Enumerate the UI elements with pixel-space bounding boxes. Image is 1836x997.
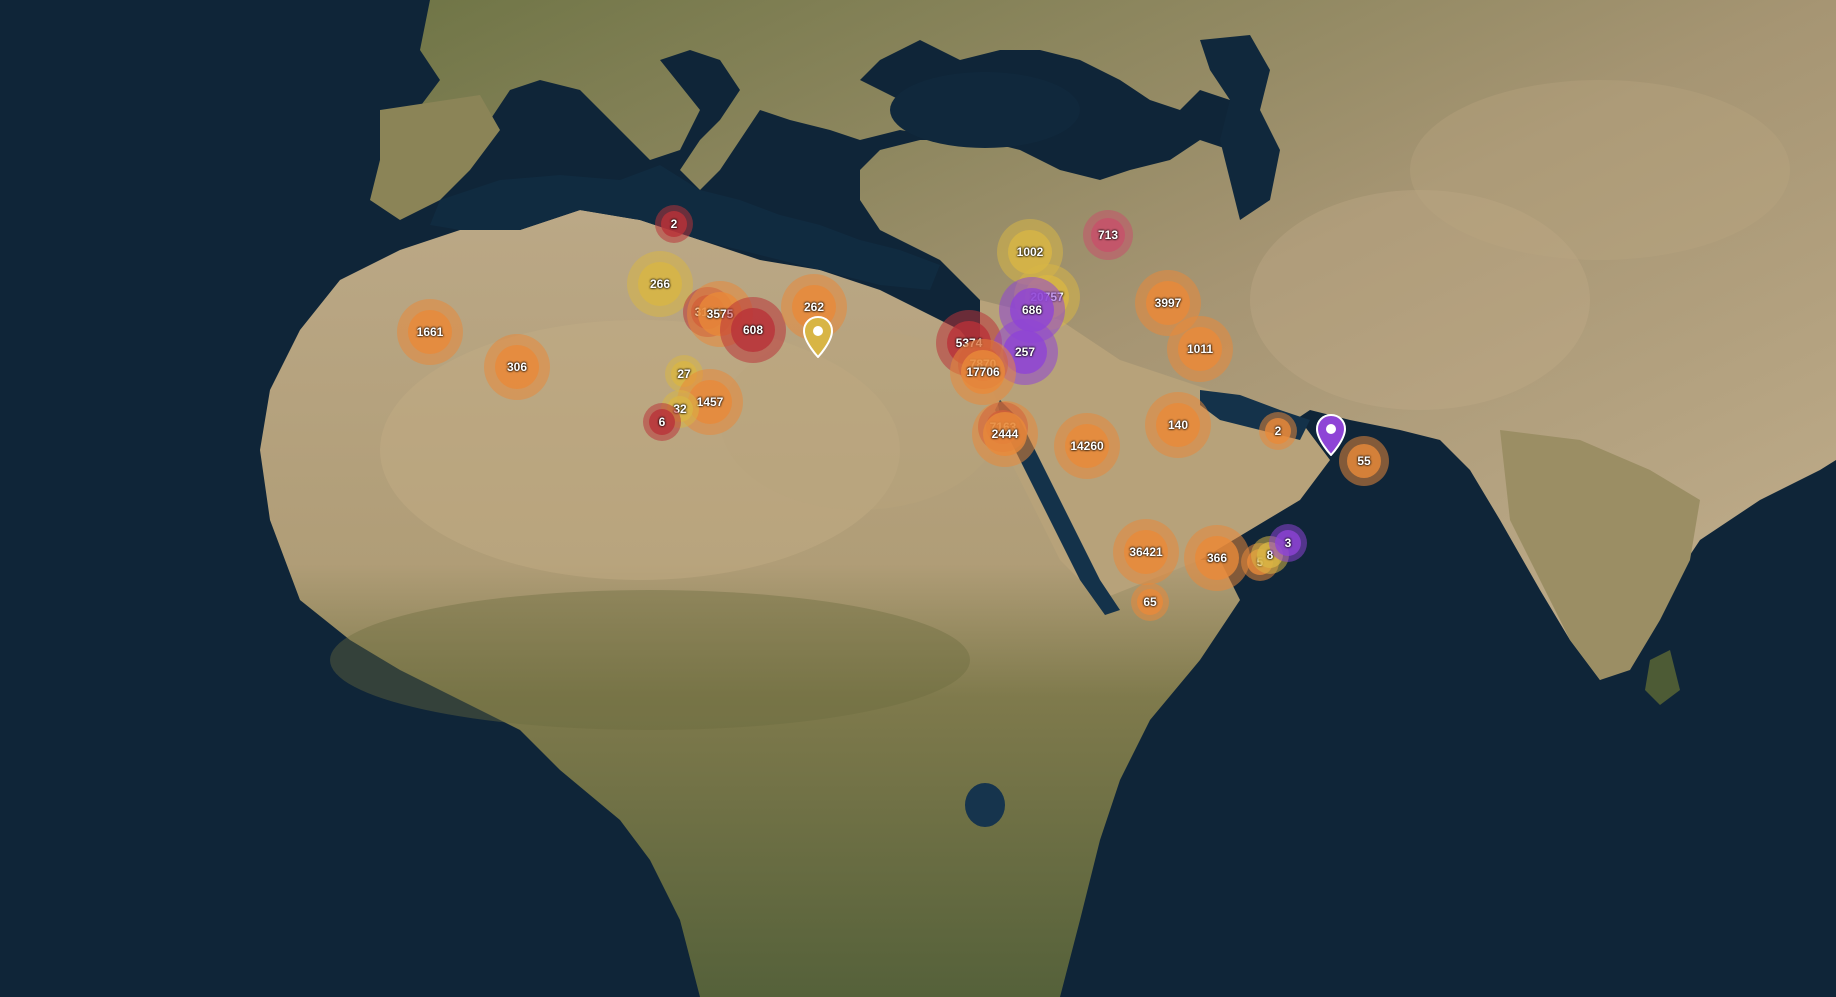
cluster-marker[interactable]: 55 [1339,436,1389,486]
cluster-marker[interactable]: 65 [1131,583,1169,621]
cluster-count: 1011 [1186,342,1214,356]
cluster-count: 2 [1274,424,1282,438]
map-pin-icon[interactable] [802,315,834,359]
cluster-marker[interactable]: 306 [484,334,550,400]
cluster-marker[interactable]: 2444 [972,401,1038,467]
cluster-count: 65 [1143,595,1157,609]
cluster-count: 1457 [696,395,724,409]
cluster-count: 6 [658,415,666,429]
cluster-count: 686 [1021,303,1043,317]
cluster-count: 17706 [966,365,1000,379]
cluster-count: 1002 [1016,245,1044,259]
cluster-marker[interactable]: 14260 [1054,413,1120,479]
cluster-marker[interactable]: 1661 [397,299,463,365]
cluster-marker[interactable]: 713 [1083,210,1133,260]
cluster-marker[interactable]: 608 [720,297,786,363]
cluster-count: 1661 [416,325,444,339]
cluster-count: 3997 [1154,296,1182,310]
cluster-count: 266 [649,277,671,291]
cluster-marker[interactable]: 3 [1269,524,1307,562]
map-view[interactable]: 2266166130631843575608262271457326100271… [0,0,1836,997]
cluster-count: 14260 [1070,439,1104,453]
cluster-count: 306 [506,360,528,374]
cluster-marker[interactable]: 36421 [1113,519,1179,585]
cluster-marker[interactable]: 140 [1145,392,1211,458]
sahel-patch [330,590,970,730]
cluster-marker[interactable]: 1011 [1167,316,1233,382]
cluster-marker[interactable]: 2 [655,205,693,243]
central-asia-patch [1410,80,1790,260]
cluster-count: 257 [1014,345,1036,359]
cluster-count: 713 [1097,228,1119,242]
lake-victoria [965,783,1005,827]
cluster-marker[interactable]: 17706 [950,339,1016,405]
map-pin-icon[interactable] [1315,413,1347,457]
cluster-count: 366 [1206,551,1228,565]
cluster-count: 36421 [1129,545,1163,559]
cluster-count: 2 [670,217,678,231]
cluster-count: 55 [1357,454,1371,468]
cluster-marker[interactable]: 2 [1259,412,1297,450]
cluster-count: 140 [1167,418,1189,432]
satellite-basemap [0,0,1836,997]
cluster-count: 262 [803,300,825,314]
cluster-count: 3 [1284,536,1292,550]
black-sea [890,72,1080,148]
cluster-marker[interactable]: 366 [1184,525,1250,591]
cluster-marker[interactable]: 6 [643,403,681,441]
cluster-count: 2444 [991,427,1019,441]
cluster-count: 608 [742,323,764,337]
